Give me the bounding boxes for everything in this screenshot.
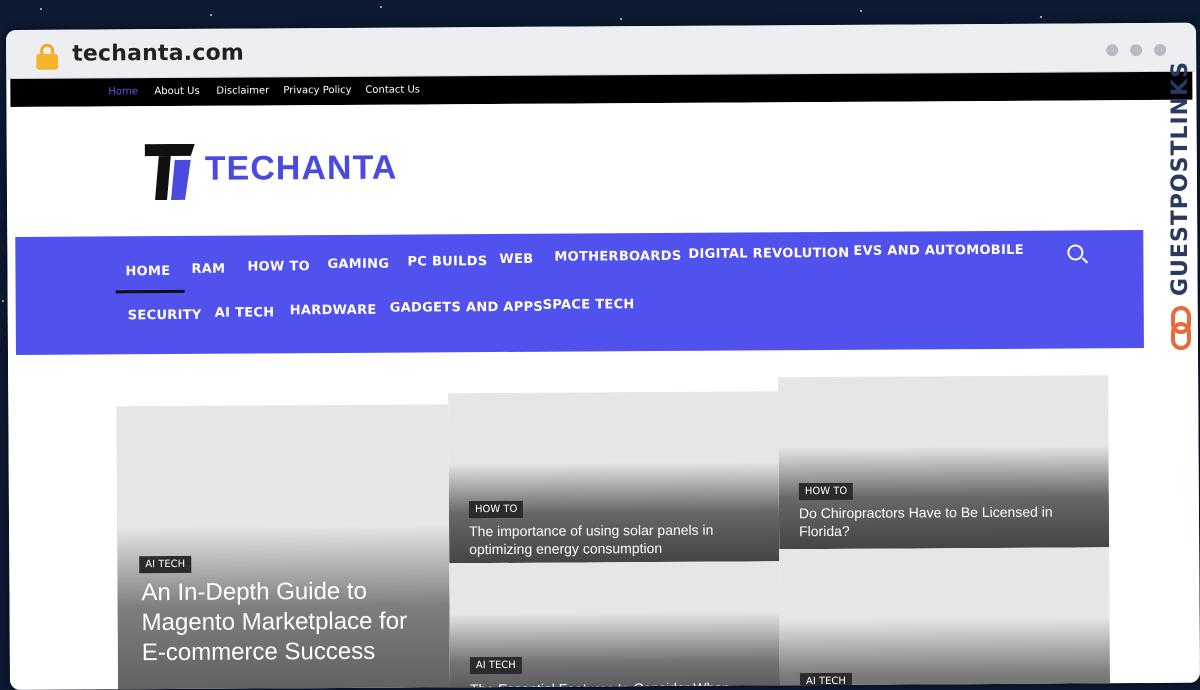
article-title[interactable]: Do Chiropractors Have to Be Licensed in … (799, 503, 1079, 540)
featured-grid: AI TECH An In-Depth Guide to Magento Mar… (116, 375, 1111, 690)
article-category-tag[interactable]: AI TECH (139, 555, 192, 574)
top-link-contact[interactable]: Contact Us (365, 84, 420, 95)
main-navigation: HOME RAM HOW TO GAMING PC BUILDS WEB MOT… (15, 230, 1144, 355)
nav-security[interactable]: SECURITY (128, 308, 202, 323)
site-logo[interactable]: TECHANTA (144, 143, 398, 205)
browser-window: techanta.com Home About Us Disclaimer Pr… (6, 22, 1200, 690)
article-title[interactable]: An In-Depth Guide to Magento Marketplace… (141, 576, 422, 668)
window-dot-icon[interactable] (1130, 44, 1143, 57)
star (860, 10, 862, 12)
window-dot-icon[interactable] (1154, 43, 1167, 56)
logo-text: TECHANTA (204, 148, 398, 188)
site-content: TECHANTA HOME RAM HOW TO GAMING PC BUILD… (6, 99, 1200, 690)
address-bar[interactable]: techanta.com (72, 41, 244, 67)
techanta-logo-icon (144, 143, 195, 201)
nav-motherboards[interactable]: MOTHERBOARDS (554, 249, 681, 265)
top-link-disclaimer[interactable]: Disclaimer (216, 85, 269, 96)
nav-gadgets-apps[interactable]: GADGETS AND APPS (390, 300, 543, 316)
article-category-tag[interactable]: AI TECH (469, 656, 522, 675)
featured-article-large[interactable]: AI TECH An In-Depth Guide to Magento Mar… (116, 404, 451, 690)
window-controls (1094, 43, 1167, 61)
star (40, 8, 42, 10)
nav-ram[interactable]: RAM (191, 262, 225, 277)
nav-web[interactable]: WEB (499, 252, 533, 267)
featured-article[interactable]: AI TECH The Essential Features to Consid… (449, 561, 781, 690)
chain-link-icon (1171, 306, 1191, 350)
nav-evs-automobile[interactable]: EVS AND AUTOMOBILE (853, 243, 1024, 259)
featured-article[interactable]: AI TECH (779, 547, 1111, 690)
nav-ai-tech[interactable]: AI TECH (215, 305, 275, 320)
article-category-tag[interactable]: AI TECH (799, 672, 852, 690)
article-category-tag[interactable]: HOW TO (468, 500, 524, 519)
star (620, 18, 622, 20)
nav-how-to[interactable]: HOW TO (247, 259, 310, 274)
top-link-privacy[interactable]: Privacy Policy (283, 85, 351, 96)
nav-home[interactable]: HOME (125, 264, 170, 279)
nav-digital-revolution[interactable]: DIGITAL REVOLUTION (688, 246, 849, 262)
star (2, 300, 4, 302)
window-dot-icon[interactable] (1106, 44, 1119, 57)
article-title[interactable]: The importance of using solar panels in … (469, 521, 759, 558)
search-icon[interactable] (1067, 244, 1084, 261)
nav-gaming[interactable]: GAMING (327, 257, 389, 272)
top-link-home[interactable]: Home (108, 86, 138, 97)
star (380, 6, 382, 8)
guestpostlinks-watermark: GUESTPOSTLINKS (1168, 61, 1193, 296)
featured-article[interactable]: HOW TO Do Chiropractors Have to Be Licen… (778, 375, 1110, 550)
nav-space-tech[interactable]: SPACE TECH (543, 297, 635, 313)
nav-hardware[interactable]: HARDWARE (290, 303, 377, 319)
star (1040, 16, 1042, 18)
lock-icon (36, 43, 59, 70)
top-link-about[interactable]: About Us (154, 86, 199, 97)
nav-pc-builds[interactable]: PC BUILDS (407, 254, 487, 269)
article-category-tag[interactable]: HOW TO (798, 482, 854, 501)
browser-titlebar: techanta.com (6, 22, 1197, 79)
featured-article[interactable]: HOW TO The importance of using solar pan… (448, 391, 780, 564)
article-title[interactable]: The Essential Features to Consider When (470, 679, 760, 690)
star (210, 14, 212, 16)
